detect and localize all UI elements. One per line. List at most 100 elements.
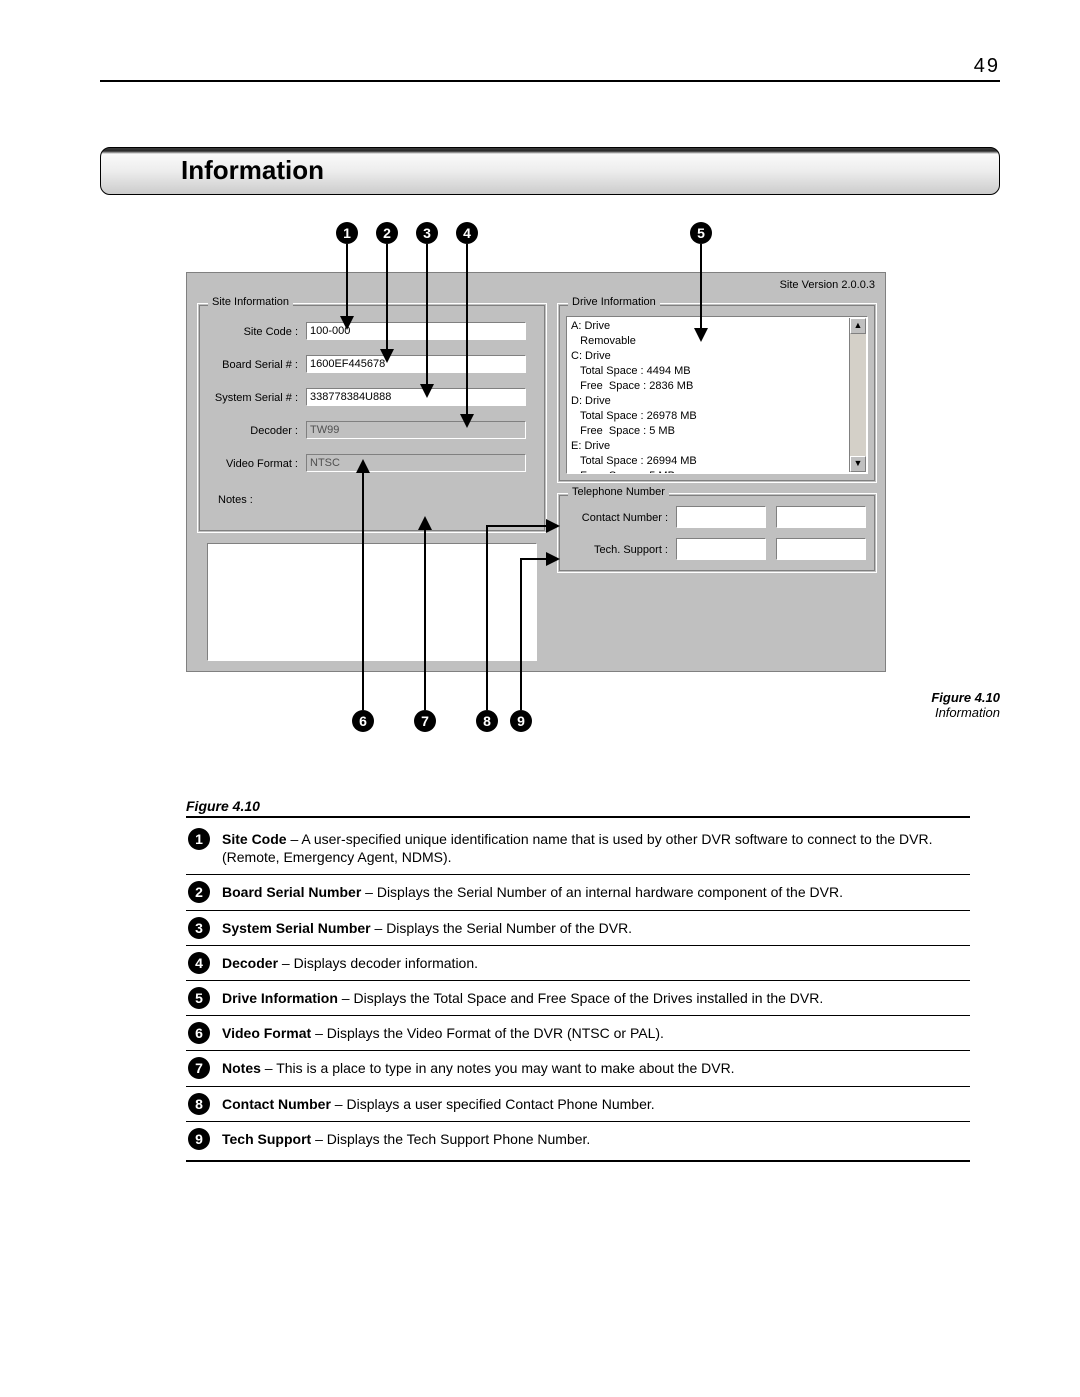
legend-term: Contact Number <box>222 1096 331 1112</box>
legend-desc: – This is a place to type in any notes y… <box>261 1060 735 1076</box>
legend-row-number: 5 <box>188 987 210 1009</box>
arrow-down-icon <box>694 328 708 342</box>
callout-8: 8 <box>476 710 498 732</box>
leader-line <box>520 558 548 560</box>
legend-row-number: 2 <box>188 881 210 903</box>
telephone-number-group: Telephone Number Contact Number : Tech. … <box>557 493 877 573</box>
legend-term: Site Code <box>222 831 287 847</box>
contact-number-input-1[interactable] <box>676 506 766 528</box>
legend-desc: – Displays the Serial Number of the DVR. <box>371 920 632 936</box>
arrow-right-icon <box>546 519 560 533</box>
legend-desc: – Displays the Serial Number of an inter… <box>361 884 843 900</box>
legend-term: Notes <box>222 1060 261 1076</box>
scroll-down-button[interactable]: ▼ <box>850 456 866 472</box>
callout-2: 2 <box>376 222 398 244</box>
scroll-up-button[interactable]: ▲ <box>850 318 866 334</box>
callout-3: 3 <box>416 222 438 244</box>
arrow-right-icon <box>546 552 560 566</box>
arrow-down-icon <box>380 349 394 363</box>
leader-line <box>424 530 426 710</box>
legend-term: Video Format <box>222 1025 311 1041</box>
figure-caption: Figure 4.10 Information <box>880 690 1000 720</box>
telephone-legend: Telephone Number <box>568 486 669 498</box>
callout-9: 9 <box>510 710 532 732</box>
decoder-input <box>306 421 526 439</box>
legend-bottom-rule <box>186 1160 970 1162</box>
site-version-label: Site Version 2.0.0.3 <box>780 279 875 291</box>
page-number: 49 <box>974 55 1000 78</box>
legend-top-rule <box>186 816 970 818</box>
legend-desc: – Displays a user specified Contact Phon… <box>331 1096 655 1112</box>
decoder-label: Decoder : <box>198 425 298 437</box>
callout-1: 1 <box>336 222 358 244</box>
tech-support-input-2[interactable] <box>776 538 866 560</box>
legend-row-number: 1 <box>188 828 210 850</box>
drive-list-content: A: Drive Removable C: Drive Total Space … <box>571 319 863 474</box>
leader-line <box>520 558 522 710</box>
legend-row: 5Drive Information – Displays the Total … <box>186 980 970 1015</box>
legend-row: 2 Board Serial Number – Displays the Seri… <box>186 874 970 909</box>
callout-4: 4 <box>456 222 478 244</box>
arrow-down-icon <box>460 414 474 428</box>
legend-row-number: 6 <box>188 1022 210 1044</box>
legend-row: 7 Notes – This is a place to type in any … <box>186 1050 970 1085</box>
site-info-legend: Site Information <box>208 296 293 308</box>
arrow-down-icon <box>420 384 434 398</box>
legend-row-number: 4 <box>188 952 210 974</box>
legend-desc: – Displays the Video Format of the DVR (… <box>311 1025 664 1041</box>
leader-line <box>486 525 548 527</box>
leader-line <box>426 244 428 384</box>
board-serial-label: Board Serial # : <box>198 359 298 371</box>
drive-listbox[interactable]: A: Drive Removable C: Drive Total Space … <box>566 316 868 474</box>
figure-caption-text: Information <box>935 705 1000 720</box>
site-code-label: Site Code : <box>198 326 298 338</box>
callout-5: 5 <box>690 222 712 244</box>
scrollbar[interactable]: ▲ ▼ <box>849 318 866 472</box>
information-dialog: Site Version 2.0.0.3 Site Information Si… <box>186 272 886 672</box>
legend-row: 1 Site Code – A user-specified unique ide… <box>186 822 970 874</box>
video-format-input <box>306 454 526 472</box>
tech-support-label: Tech. Support : <box>558 544 668 556</box>
arrow-up-icon <box>356 459 370 473</box>
site-code-input[interactable] <box>306 322 526 340</box>
page: 49 4.10 Information 1 2 3 4 5 6 7 8 9 Si… <box>0 0 1080 1397</box>
figure-caption-label: Figure 4.10 <box>931 690 1000 705</box>
leader-line <box>362 473 364 710</box>
video-format-label: Video Format : <box>198 458 298 470</box>
legend-term: Tech Support <box>222 1131 311 1147</box>
drive-information-group: Drive Information A: Drive Removable C: … <box>557 303 877 483</box>
contact-number-label: Contact Number : <box>558 512 668 524</box>
leader-line <box>346 244 348 316</box>
system-serial-input[interactable] <box>306 388 526 406</box>
callout-7: 7 <box>414 710 436 732</box>
arrow-down-icon <box>340 316 354 330</box>
legend-row-number: 3 <box>188 917 210 939</box>
legend-desc: – A user-specified unique identification… <box>222 831 933 865</box>
legend-desc: – Displays decoder information. <box>278 955 478 971</box>
legend-row: 6 Video Format – Displays the Video Forma… <box>186 1015 970 1050</box>
legend-row: 3 System Serial Number – Displays the Ser… <box>186 910 970 945</box>
legend-row-number: 7 <box>188 1057 210 1079</box>
legend-row-number: 9 <box>188 1128 210 1150</box>
legend-desc: – Displays the Tech Support Phone Number… <box>311 1131 590 1147</box>
legend-desc: – Displays the Total Space and Free Spac… <box>338 990 823 1006</box>
leader-line <box>386 244 388 349</box>
section-title-bar: Information <box>100 147 1000 195</box>
top-rule <box>100 80 1000 82</box>
notes-label: Notes : <box>198 494 318 506</box>
system-serial-label: System Serial # : <box>198 392 298 404</box>
legend-row: 9 Tech Support – Displays the Tech Suppor… <box>186 1121 970 1156</box>
legend-row-number: 8 <box>188 1093 210 1115</box>
legend-term: Decoder <box>222 955 278 971</box>
board-serial-input[interactable] <box>306 355 526 373</box>
contact-number-input-2[interactable] <box>776 506 866 528</box>
tech-support-input-1[interactable] <box>676 538 766 560</box>
arrow-up-icon <box>418 516 432 530</box>
legend-term: Board Serial Number <box>222 884 361 900</box>
legend-table: Figure 4.10 1 Site Code – A user-specifie… <box>186 798 970 1162</box>
site-information-group: Site Information Site Code : Board Seria… <box>197 303 547 533</box>
legend-title: Figure 4.10 <box>186 798 970 814</box>
legend-term: System Serial Number <box>222 920 371 936</box>
callout-6: 6 <box>352 710 374 732</box>
leader-line <box>486 525 488 710</box>
